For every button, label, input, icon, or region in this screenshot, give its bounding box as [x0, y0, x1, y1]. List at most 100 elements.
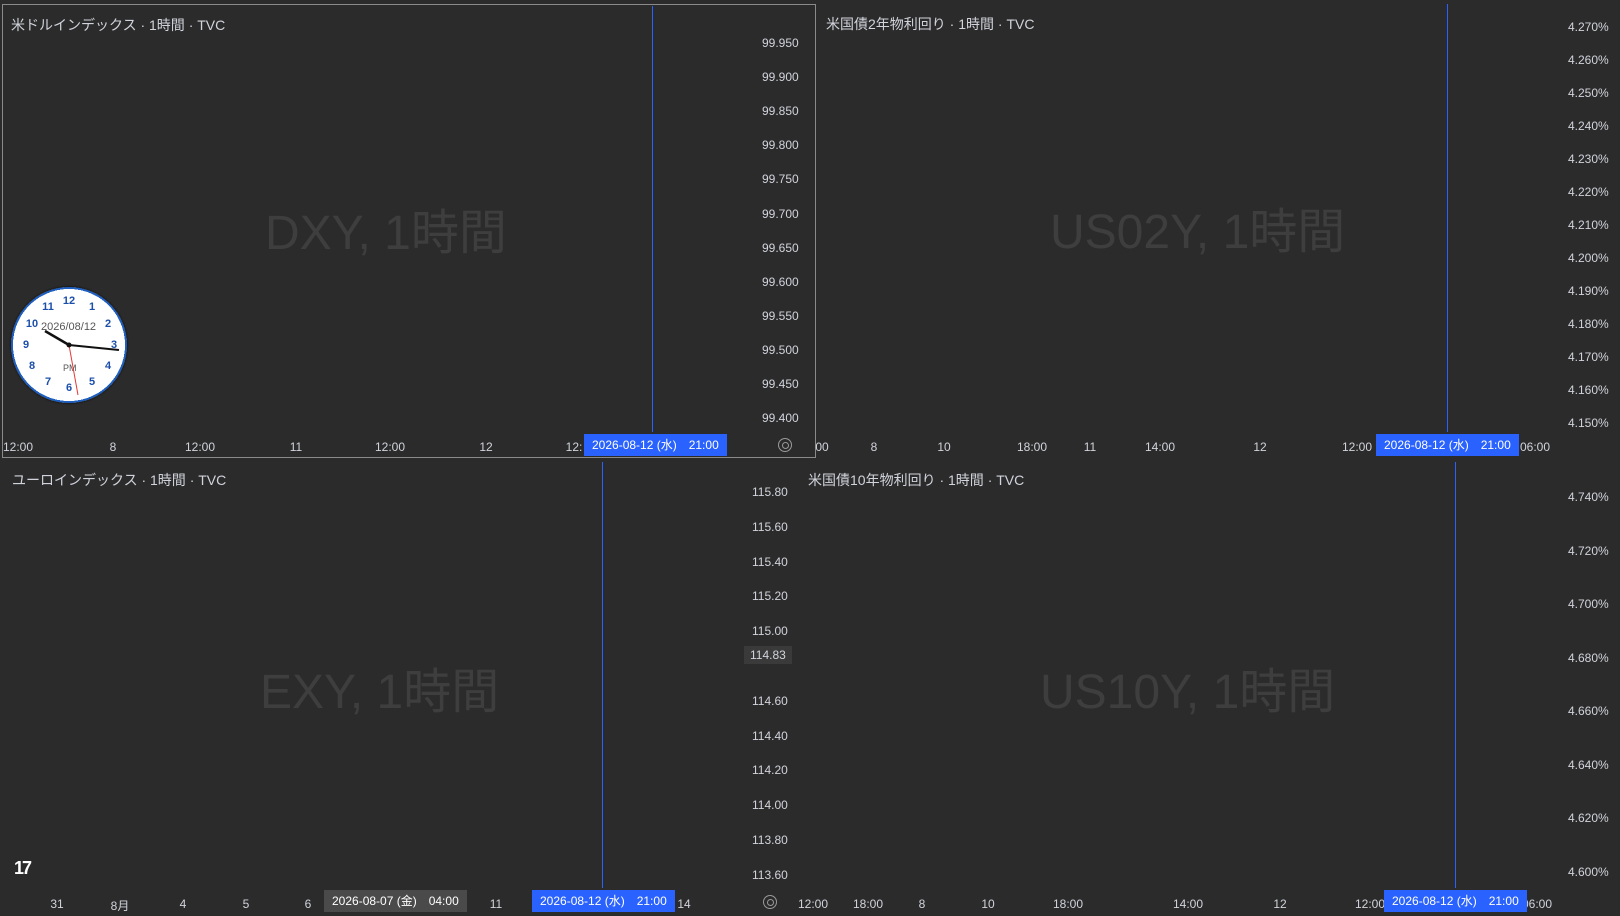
price-tick-label: 4.210%	[1568, 218, 1609, 232]
time-tick-label: 8月	[110, 899, 130, 913]
crosshair-vertical	[1455, 462, 1456, 888]
time-tick-label: 10	[937, 440, 951, 454]
crosshair-vertical	[652, 6, 653, 432]
time-tick-label: 12	[1273, 897, 1287, 911]
time-badge-hover: 2026-08-07 (金) 04:00	[324, 890, 467, 912]
time-tick-label: 5	[242, 897, 250, 911]
time-tick-label: 12:00	[797, 897, 829, 911]
pane-title[interactable]: 米国債2年物利回り · 1時間 · TVC	[826, 14, 1034, 34]
symbol-watermark: US02Y, 1時間	[1050, 206, 1346, 259]
price-tick-label: 4.240%	[1568, 119, 1609, 133]
pane-title[interactable]: 米国債10年物利回り · 1時間 · TVC	[808, 470, 1024, 490]
price-tick-label: 99.850	[762, 104, 799, 119]
symbol-watermark: EXY, 1時間	[260, 666, 500, 719]
price-tick-label: 113.80	[752, 833, 788, 847]
price-tick-label: 4.720%	[1568, 543, 1609, 558]
price-tick-label: 4.260%	[1568, 53, 1609, 67]
price-tick-label: 4.700%	[1568, 597, 1609, 611]
price-tick-label: 4.200%	[1568, 251, 1609, 265]
time-tick-label: 8	[109, 440, 117, 454]
time-tick-label: 18:00	[1052, 897, 1084, 911]
price-tick-label: 4.160%	[1568, 383, 1609, 397]
time-badge: 2026-08-12 (水) 21:00	[1376, 434, 1519, 456]
price-tick-label: 99.400	[762, 411, 799, 426]
time-tick-label: 12:00	[2, 440, 34, 454]
time-tick-label: 31	[50, 897, 64, 911]
time-badge: 2026-08-12 (水) 21:00	[584, 434, 727, 456]
time-tick-label: 12:00	[1354, 897, 1386, 911]
symbol-watermark: DXY, 1時間	[265, 207, 507, 260]
time-tick-label: 10	[981, 897, 995, 911]
clock-widget: 12 1 2 3 4 5 6 7 8 9 10 11 2026/08/12 PM	[11, 287, 127, 403]
price-tick-label: 4.150%	[1568, 416, 1609, 430]
crosshair-vertical	[602, 462, 603, 888]
time-tick-label: 12	[1253, 440, 1267, 454]
price-tick-label: 99.700	[762, 206, 799, 221]
time-tick-label: 18:00	[852, 897, 884, 911]
time-tick-label: 14:00	[1144, 440, 1176, 454]
time-tick-label: 8	[918, 897, 926, 911]
price-tick-label: 99.500	[762, 342, 799, 357]
price-tick-label: 99.600	[762, 274, 799, 289]
price-tick-label: 113.60	[752, 867, 788, 882]
price-tick-label: 115.40	[752, 554, 788, 569]
price-tick-label: 4.640%	[1568, 757, 1609, 772]
symbol-watermark: US10Y, 1時間	[1040, 666, 1336, 719]
time-tick-label: 12	[479, 440, 493, 454]
price-tick-label: 115.60	[752, 519, 788, 534]
price-tick-label: 99.650	[762, 240, 799, 255]
price-tick-label: 4.220%	[1568, 185, 1609, 199]
time-badge: 2026-08-12 (水) 21:00	[1384, 890, 1527, 912]
price-tick-label: 99.950	[762, 36, 799, 50]
time-tick-label: 6	[304, 897, 312, 911]
gear-icon[interactable]	[778, 438, 792, 452]
price-tick-label: 99.900	[762, 70, 799, 85]
clock-hands	[44, 329, 120, 396]
price-tick-label: 4.680%	[1568, 650, 1609, 665]
pane-title[interactable]: 米ドルインデックス · 1時間 · TVC	[11, 15, 225, 35]
time-tick-label: 06:00	[1519, 440, 1551, 454]
time-tick-label: 18:00	[1016, 440, 1048, 454]
price-tick-label: 114.20	[752, 763, 788, 778]
gear-icon[interactable]	[763, 895, 777, 909]
price-badge: 114.83	[744, 646, 792, 664]
chart-pane-exy[interactable]: ユーロインデックス · 1時間 · TVC EXY, 1時間	[2, 462, 742, 916]
price-tick-label: 4.250%	[1568, 86, 1609, 100]
crosshair-vertical	[1447, 4, 1448, 432]
time-tick-label: 00	[815, 440, 829, 454]
price-tick-label: 114.60	[752, 693, 788, 708]
price-tick-label: 99.750	[762, 172, 799, 187]
price-tick-label: 4.620%	[1568, 811, 1609, 825]
price-tick-label: 4.170%	[1568, 350, 1609, 364]
price-tick-label: 99.450	[762, 377, 799, 391]
time-tick-label: 11	[1083, 440, 1097, 454]
price-tick-label: 4.190%	[1568, 284, 1609, 298]
price-tick-label: 115.80	[752, 485, 788, 499]
chart-pane-us02y[interactable]: 米国債2年物利回り · 1時間 · TVC US02Y, 1時間	[816, 4, 1620, 458]
price-tick-label: 114.00	[752, 798, 788, 813]
price-tick-label: 4.180%	[1568, 317, 1609, 331]
chart-pane-us10y[interactable]: 米国債10年物利回り · 1時間 · TVC US10Y, 1時間	[800, 462, 1620, 916]
time-tick-label: 8	[870, 440, 878, 454]
tradingview-logo-icon[interactable]: 17	[14, 858, 32, 879]
price-tick-label: 4.600%	[1568, 864, 1609, 879]
price-tick-label: 115.00	[752, 624, 788, 639]
time-badge: 2026-08-12 (水) 21:00	[532, 890, 675, 912]
price-tick-label: 4.740%	[1568, 490, 1609, 504]
time-tick-label: 4	[179, 897, 187, 911]
price-tick-label: 114.40	[752, 728, 788, 743]
time-tick-label: 12:00	[1341, 440, 1373, 454]
time-tick-label: 14	[677, 897, 691, 911]
time-tick-label: 14:00	[1172, 897, 1204, 911]
time-tick-label: 12:00	[184, 440, 216, 454]
price-tick-label: 115.20	[752, 589, 788, 604]
pane-title[interactable]: ユーロインデックス · 1時間 · TVC	[12, 470, 226, 490]
price-tick-label: 4.230%	[1568, 152, 1609, 166]
time-tick-label: 12:	[565, 440, 583, 454]
price-tick-label: 99.550	[762, 308, 799, 323]
price-tick-label: 4.660%	[1568, 704, 1609, 718]
price-tick-label: 4.270%	[1568, 20, 1609, 34]
time-tick-label: 11	[489, 897, 503, 911]
time-tick-label: 11	[289, 440, 303, 454]
time-tick-label: 12:00	[374, 440, 406, 454]
